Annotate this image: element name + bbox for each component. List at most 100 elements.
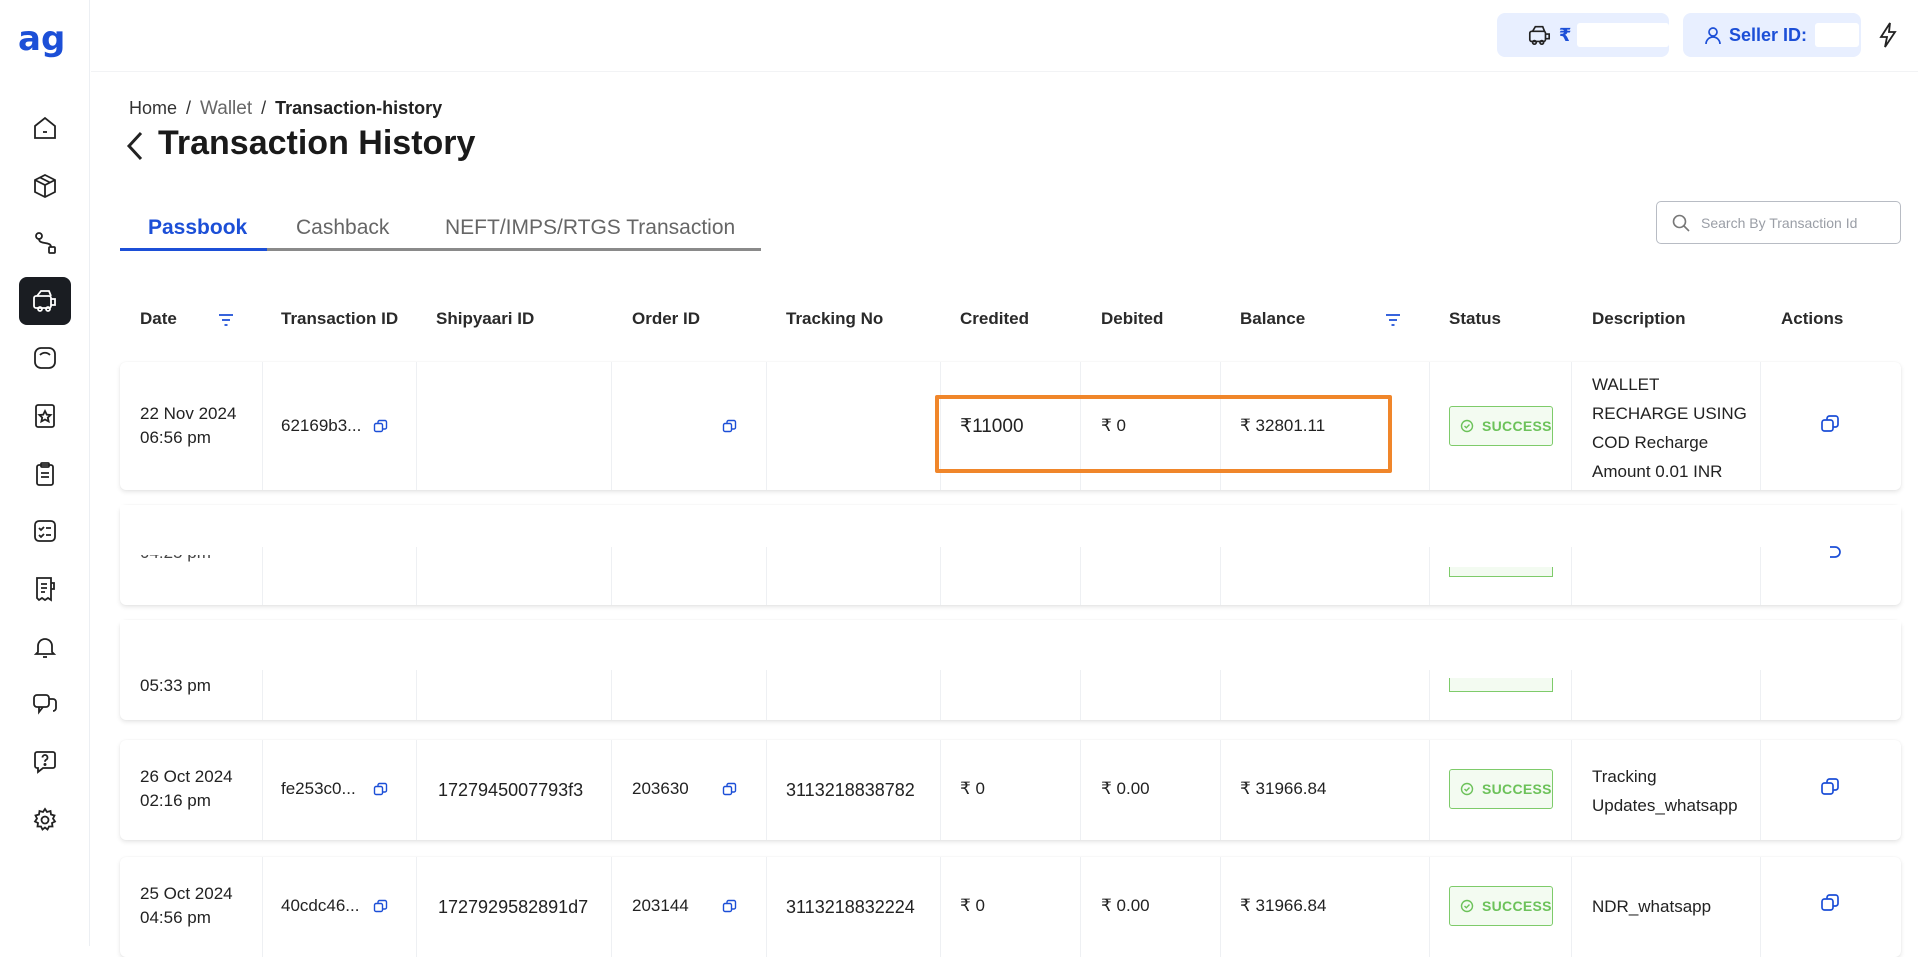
- weight-icon: [34, 347, 56, 369]
- row-debited: ₹ 0.00: [1101, 779, 1150, 798]
- check-circle-icon: [1460, 419, 1474, 433]
- copy-icon[interactable]: [1820, 893, 1840, 913]
- check-circle-icon: [1460, 899, 1474, 913]
- row-date: 26 Oct 2024: [140, 767, 233, 786]
- header-transaction-id: Transaction ID: [281, 309, 399, 328]
- tab-neft-imps-rtgs[interactable]: NEFT/IMPS/RTGS Transaction: [445, 216, 735, 240]
- page-title: Transaction History: [158, 124, 476, 162]
- copy-icon[interactable]: [373, 419, 388, 434]
- lightning-icon[interactable]: [1873, 20, 1903, 50]
- status-badge: SUCCESS: [1449, 769, 1553, 809]
- chat-icon: [33, 694, 57, 715]
- seller-id-pill[interactable]: Seller ID:: [1683, 13, 1861, 57]
- row-date: 25 Oct 2024: [140, 884, 233, 903]
- sidebar-item-tracking[interactable]: [19, 219, 71, 267]
- copy-icon[interactable]: [722, 419, 737, 434]
- row-time: 02:16 pm: [140, 791, 211, 810]
- row-tracking-no: 3113218832224: [786, 897, 915, 917]
- wallet-currency: ₹: [1558, 24, 1572, 45]
- row-time-partial: 04:25 pm: [140, 555, 211, 565]
- row-transaction-id: 40cdc46...: [281, 896, 360, 915]
- search-input[interactable]: [1701, 214, 1881, 231]
- copy-icon[interactable]: [1820, 414, 1840, 434]
- brand-logo[interactable]: ag: [18, 20, 68, 60]
- header-actions: Actions: [1781, 309, 1844, 328]
- status-badge: SUCCESS: [1449, 406, 1553, 446]
- row-transaction-id: fe253c0...: [281, 779, 356, 798]
- back-arrow-icon[interactable]: [124, 130, 146, 162]
- description-line: Tracking: [1592, 767, 1657, 786]
- breadcrumb: Home / Wallet / Transaction-history: [129, 98, 442, 120]
- sidebar-item-wallet[interactable]: [19, 277, 71, 325]
- seller-id-masked: [1815, 23, 1860, 47]
- copy-icon[interactable]: [722, 782, 737, 797]
- filter-icon[interactable]: [1384, 312, 1402, 328]
- row-description: WALLET RECHARGE USING COD Recharge Amoun…: [1592, 370, 1752, 486]
- filter-icon[interactable]: [217, 312, 235, 328]
- tab-bar: Passbook Cashback NEFT/IMPS/RTGS Transac…: [120, 212, 761, 251]
- table-row[interactable]: [120, 505, 1901, 605]
- header-shipyaari-id: Shipyaari ID: [436, 309, 535, 328]
- row-credited: ₹ 0: [960, 896, 985, 915]
- sidebar-item-settings[interactable]: [19, 796, 71, 844]
- svg-text:ag: ag: [18, 20, 65, 59]
- home-icon: [34, 116, 56, 139]
- sidebar-item-clipboard[interactable]: [19, 450, 71, 498]
- sidebar-item-home[interactable]: [19, 104, 71, 152]
- description-line: RECHARGE USING: [1592, 404, 1747, 423]
- row-transaction-id: 62169b3...: [281, 416, 362, 435]
- breadcrumb-home[interactable]: Home: [129, 98, 177, 118]
- sidebar-item-notifications[interactable]: [19, 623, 71, 671]
- row-time: 06:56 pm: [140, 428, 211, 447]
- row-description: NDR_whatsapp: [1592, 892, 1752, 921]
- search-box[interactable]: [1656, 201, 1901, 244]
- copy-icon[interactable]: [722, 899, 737, 914]
- active-tab-indicator: [120, 248, 267, 251]
- row-time: 04:56 pm: [140, 908, 211, 927]
- table-row[interactable]: [120, 620, 1901, 720]
- copy-icon[interactable]: [373, 899, 388, 914]
- bell-icon: [33, 638, 57, 658]
- sidebar-item-receipt[interactable]: [19, 565, 71, 613]
- wallet-balance-pill[interactable]: ₹: [1497, 13, 1669, 57]
- sidebar: ag: [0, 0, 90, 946]
- header-date: Date: [140, 309, 177, 328]
- route-icon: [35, 232, 56, 254]
- star-badge-icon: [35, 404, 55, 428]
- row-balance: ₹ 31966.84: [1240, 779, 1327, 798]
- sidebar-item-orders[interactable]: [19, 162, 71, 210]
- sidebar-item-support-chat[interactable]: [19, 680, 71, 728]
- row-balance: ₹ 31966.84: [1240, 896, 1327, 915]
- status-badge: SUCCESS: [1449, 886, 1553, 926]
- header-order-id: Order ID: [632, 309, 701, 328]
- row-shipyaari-id: 1727929582891d7: [438, 897, 589, 917]
- sidebar-item-checklist[interactable]: [19, 507, 71, 555]
- settings-icon: [33, 807, 57, 831]
- copy-icon[interactable]: [1820, 777, 1840, 797]
- header-status: Status: [1449, 309, 1501, 328]
- copy-icon[interactable]: [373, 782, 388, 797]
- row-date: 22 Nov 2024: [140, 404, 237, 423]
- search-icon: [1672, 214, 1690, 232]
- breadcrumb-separator: /: [261, 98, 267, 118]
- copy-icon[interactable]: [1826, 543, 1846, 563]
- breadcrumb-wallet[interactable]: Wallet: [200, 98, 252, 119]
- sidebar-item-weight[interactable]: [19, 334, 71, 382]
- header-debited: Debited: [1101, 309, 1164, 328]
- sidebar-item-rewards[interactable]: [19, 392, 71, 440]
- status-text: SUCCESS: [1482, 418, 1552, 434]
- tab-passbook[interactable]: Passbook: [148, 216, 247, 240]
- check-circle-icon: [1460, 782, 1474, 796]
- header-credited: Credited: [960, 309, 1029, 328]
- receipt-icon: [36, 577, 55, 602]
- description-line: WALLET: [1592, 375, 1660, 394]
- wallet-icon: [33, 290, 56, 312]
- checklist-icon: [34, 520, 56, 542]
- status-text: SUCCESS: [1482, 781, 1552, 797]
- header-description: Description: [1592, 309, 1686, 328]
- row-credited: ₹ 0: [960, 779, 985, 798]
- breadcrumb-separator: /: [186, 98, 192, 118]
- tab-cashback[interactable]: Cashback: [296, 216, 389, 240]
- sidebar-item-help[interactable]: [19, 738, 71, 786]
- clipboard-icon: [36, 462, 54, 486]
